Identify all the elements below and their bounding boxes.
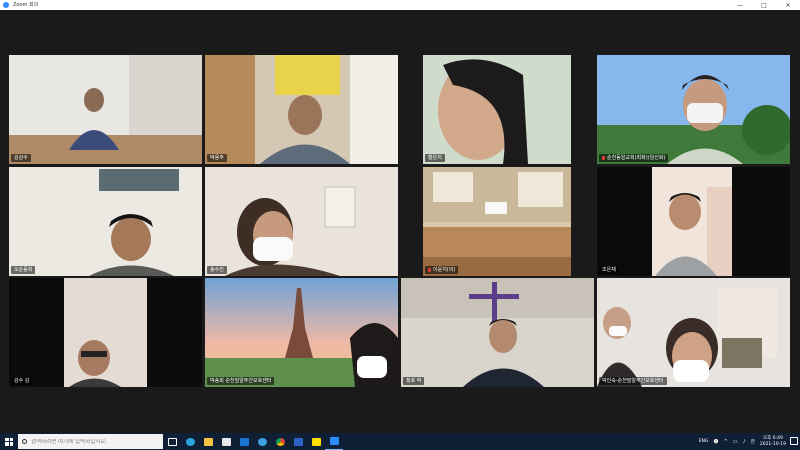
video-feed	[205, 55, 398, 164]
video-tile[interactable]: 정호 박	[401, 278, 594, 387]
edge-icon[interactable]	[181, 433, 199, 450]
system-tray: ENG ☻ ^ ▭ ♪ 한 오후 6:49 2021-10-19	[699, 433, 786, 450]
video-tile[interactable]: 이윤지(의)	[423, 167, 571, 276]
video-tile[interactable]: 황은지	[423, 55, 571, 164]
volume-icon[interactable]: ♪	[743, 439, 746, 445]
clock-date: 2021-10-19	[759, 441, 786, 447]
task-view-icon[interactable]	[163, 433, 181, 450]
word-icon[interactable]	[289, 433, 307, 450]
participant-name: 황은지	[425, 154, 445, 162]
keyboard-layout-indicator[interactable]: ENG	[699, 439, 709, 444]
internet-explorer-icon[interactable]	[253, 433, 271, 450]
mic-muted-icon	[602, 155, 605, 160]
taskbar-search[interactable]	[18, 434, 163, 449]
search-icon	[22, 439, 27, 444]
video-tile[interactable]: 조은채	[597, 167, 790, 276]
gallery-view: 김상수 박용주 황은지 순천동일교회(최화)(임선화) 오순동회 송수진 이윤지…	[0, 10, 800, 433]
maximize-button[interactable]: □	[752, 0, 776, 10]
windows-taskbar: ENG ☻ ^ ▭ ♪ 한 오후 6:49 2021-10-19	[0, 433, 800, 450]
title-bar: Zoom 회의 — □ ✕	[0, 0, 800, 10]
participant-name: 박송희 순천밀알주간보호센터	[207, 377, 275, 385]
chevron-up-icon[interactable]: ^	[724, 439, 728, 445]
mic-muted-icon	[428, 267, 431, 272]
video-tile[interactable]: 박인숙-순천밀알주간보호센터	[597, 278, 790, 387]
mail-icon[interactable]	[235, 433, 253, 450]
file-explorer-icon[interactable]	[199, 433, 217, 450]
participant-name: 박인숙-순천밀알주간보호센터	[599, 377, 667, 385]
video-feed	[401, 278, 594, 387]
video-feed	[9, 167, 202, 276]
network-icon[interactable]: ▭	[733, 439, 738, 445]
store-icon[interactable]	[217, 433, 235, 450]
video-tile[interactable]: 박용주	[205, 55, 398, 164]
participant-name: 오순동회	[11, 266, 36, 274]
video-feed	[205, 278, 398, 387]
participant-name: 김상수	[11, 154, 31, 162]
video-tile[interactable]: 순천동일교회(최화)(임선화)	[597, 55, 790, 164]
video-feed	[597, 167, 790, 276]
minimize-button[interactable]: —	[728, 0, 752, 10]
video-tile[interactable]: 강수 김	[9, 278, 202, 387]
video-tile[interactable]: 김상수	[9, 55, 202, 164]
video-feed	[597, 278, 790, 387]
taskbar-clock[interactable]: 오후 6:49 2021-10-19	[760, 436, 786, 448]
video-feed	[423, 167, 571, 276]
chrome-icon[interactable]	[271, 433, 289, 450]
user-icon[interactable]: ☻	[713, 439, 718, 445]
participant-name: 박용주	[207, 154, 227, 162]
participant-name: 정호 박	[403, 377, 425, 385]
video-feed	[9, 55, 202, 164]
start-button[interactable]	[0, 433, 18, 450]
participant-name: 이윤지(의)	[425, 266, 459, 274]
video-feed	[9, 278, 202, 387]
clock-time: 오후 6:49	[763, 435, 783, 441]
kakaotalk-icon[interactable]	[307, 433, 325, 450]
video-tile[interactable]: 오순동회	[9, 167, 202, 276]
window-title: Zoom 회의	[13, 2, 39, 8]
notification-icon[interactable]	[790, 437, 798, 445]
video-feed	[597, 55, 790, 164]
video-tile[interactable]: 송수진	[205, 167, 398, 276]
video-feed	[423, 55, 571, 164]
windows-logo-icon	[5, 437, 13, 446]
participant-name: 조은채	[599, 266, 619, 274]
ime-indicator[interactable]: 한	[751, 439, 755, 445]
participant-name: 순천동일교회(최화)(임선화)	[599, 154, 669, 162]
participant-name: 송수진	[207, 266, 227, 274]
zoom-logo-icon	[3, 2, 9, 8]
participant-name: 강수 김	[11, 377, 33, 385]
close-button[interactable]: ✕	[776, 0, 800, 10]
video-feed	[205, 167, 398, 276]
zoom-window: Zoom 회의 — □ ✕ 김상수 박용주 황은지 순천동일교회(최화)(임선화…	[0, 0, 800, 450]
zoom-app-icon[interactable]	[325, 433, 343, 450]
search-input[interactable]	[31, 438, 161, 445]
video-tile-active-speaker[interactable]: 박송희 순천밀알주간보호센터	[205, 278, 398, 387]
